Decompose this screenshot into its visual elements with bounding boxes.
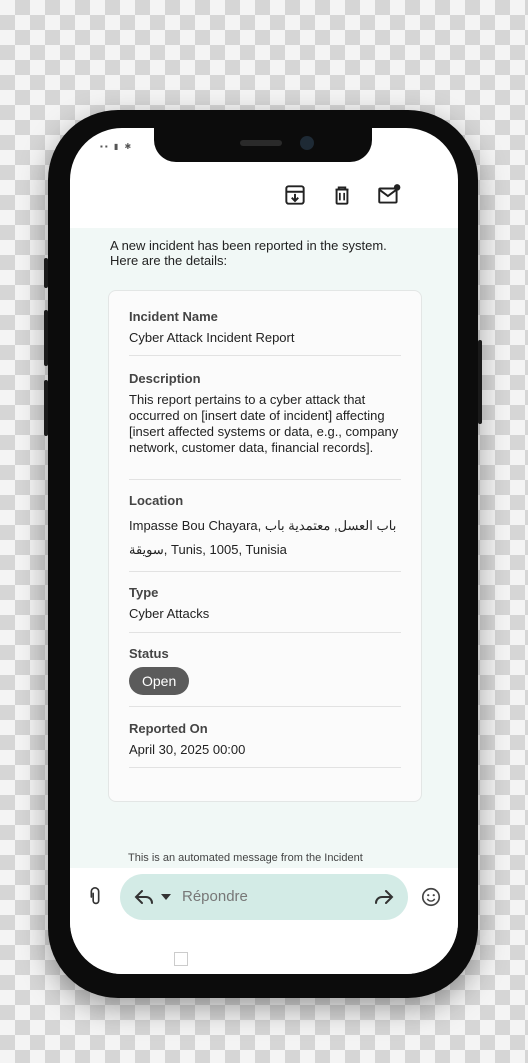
status-bar: ▪▪ ▮ ✱ <box>100 142 133 151</box>
mark-unread-icon[interactable] <box>376 182 402 208</box>
chevron-down-icon[interactable] <box>160 891 172 903</box>
emoji-icon[interactable] <box>420 886 442 908</box>
divider <box>129 706 401 707</box>
intro-line: A new incident has been reported in the … <box>110 238 387 253</box>
field-value: Cyber Attack Incident Report <box>129 330 295 345</box>
field-label: Status <box>129 646 169 661</box>
field-value: This report pertains to a cyber attack t… <box>129 392 399 455</box>
divider <box>129 355 401 356</box>
reply-bar: Répondre <box>70 868 458 974</box>
volume-up-button <box>44 310 48 366</box>
settings-icon: ✱ <box>124 142 134 151</box>
incident-details-card: Incident Name Cyber Attack Incident Repo… <box>108 290 422 802</box>
field-label: Incident Name <box>129 309 218 324</box>
forward-icon[interactable] <box>372 885 396 909</box>
mute-switch <box>44 258 48 288</box>
field-label: Description <box>129 371 201 386</box>
sim-icon: ▪▪ <box>100 142 110 151</box>
intro-line: Here are the details: <box>110 253 228 268</box>
email-body: A new incident has been reported in the … <box>70 228 458 868</box>
status-badge: Open <box>129 667 190 695</box>
email-footer: This is an automated message from the In… <box>128 852 363 864</box>
field-label: Location <box>129 493 184 508</box>
divider <box>129 479 401 480</box>
power-button <box>478 340 482 424</box>
status-field: Status Open <box>129 646 401 695</box>
nav-hint <box>174 952 188 966</box>
incident-name-field: Incident Name Cyber Attack Incident Repo… <box>129 309 401 346</box>
front-camera <box>300 136 314 150</box>
field-label: Reported On <box>129 721 208 736</box>
description-field: Description This report pertains to a cy… <box>129 371 401 456</box>
type-field: Type Cyber Attacks <box>129 585 401 622</box>
reported-on-field: Reported On April 30, 2025 00:00 <box>129 721 401 758</box>
archive-icon[interactable] <box>282 182 308 208</box>
phone-screen: ▪▪ ▮ ✱ A new incident has been reported … <box>70 128 458 974</box>
attach-icon[interactable] <box>84 886 106 908</box>
divider <box>129 767 401 768</box>
battery-icon: ▮ <box>113 142 121 151</box>
reply-button[interactable]: Répondre <box>120 874 408 920</box>
location-field: Location Impasse Bou Chayara, باب العسل,… <box>129 493 401 562</box>
email-intro: A new incident has been reported in the … <box>110 238 410 268</box>
divider <box>129 632 401 633</box>
delete-icon[interactable] <box>329 182 355 208</box>
field-value: April 30, 2025 00:00 <box>129 742 246 757</box>
reply-icon[interactable] <box>132 885 156 909</box>
field-label: Type <box>129 585 159 600</box>
speaker <box>240 140 282 146</box>
volume-down-button <box>44 380 48 436</box>
field-value: Cyber Attacks <box>129 606 210 621</box>
notch <box>154 128 372 162</box>
field-value: Impasse Bou Chayara, باب العسل, معتمدية … <box>129 518 397 557</box>
reply-label[interactable]: Répondre <box>182 888 248 905</box>
divider <box>129 571 401 572</box>
